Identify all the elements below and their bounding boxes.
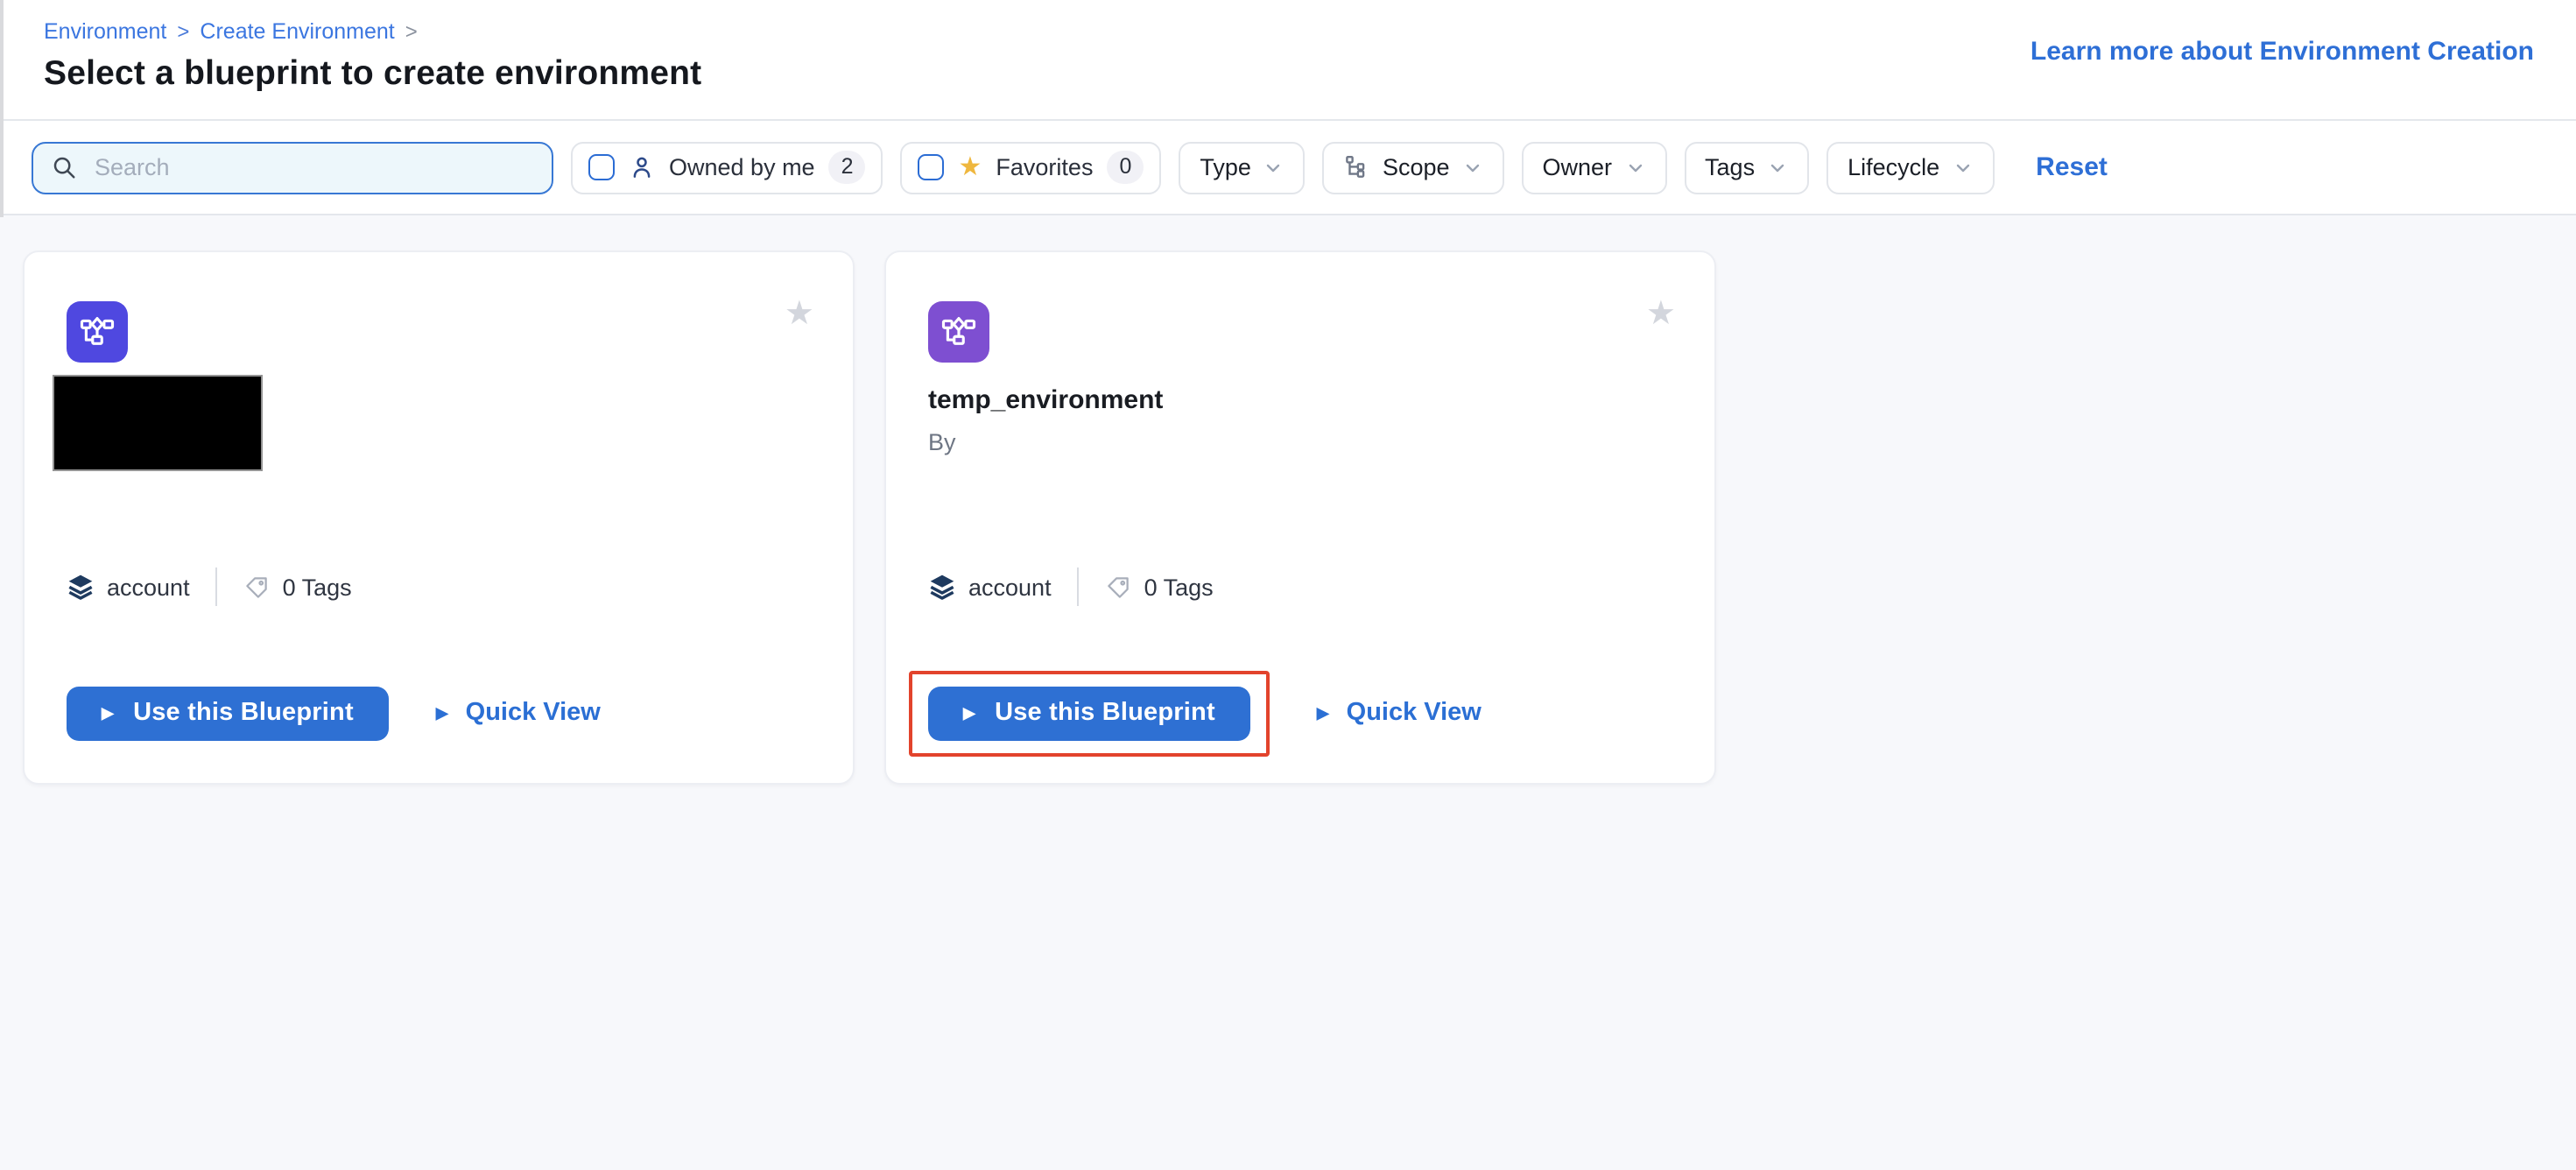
card-actions-row: ▶ Use this Blueprint ▶ Quick View xyxy=(909,669,1482,757)
quick-view-link[interactable]: ▶ Quick View xyxy=(436,699,601,727)
scope-dropdown-label: Scope xyxy=(1383,154,1450,180)
blueprint-author: By xyxy=(928,429,956,455)
favorites-star-icon: ★ xyxy=(959,154,982,180)
page-title: Select a blueprint to create environment xyxy=(44,54,701,95)
quick-view-label: Quick View xyxy=(466,699,601,727)
scope-label: account xyxy=(107,574,190,600)
use-this-blueprint-label: Use this Blueprint xyxy=(995,699,1215,727)
learn-more-link[interactable]: Learn more about Environment Creation xyxy=(2031,37,2534,67)
page: Environment > Create Environment > Selec… xyxy=(0,0,2576,1170)
play-icon: ▶ xyxy=(1317,705,1329,721)
blueprint-icon xyxy=(928,301,989,363)
breadcrumb-separator: > xyxy=(177,18,189,46)
owned-by-me-checkbox[interactable] xyxy=(588,154,615,180)
favorites-label: Favorites xyxy=(996,154,1093,180)
blueprint-card-1: ★ account 0 Tags xyxy=(23,250,855,785)
scope-label: account xyxy=(968,574,1052,600)
card-meta-row: account 0 Tags xyxy=(67,567,352,606)
hierarchy-icon xyxy=(1344,154,1370,180)
lifecycle-dropdown-label: Lifecycle xyxy=(1848,154,1939,180)
chevron-down-icon xyxy=(1462,157,1483,178)
blueprint-card-2: ★ temp_environment By account xyxy=(884,250,1716,785)
meta-divider xyxy=(1078,567,1080,606)
blueprint-list: ★ account 0 Tags xyxy=(0,215,2576,1170)
favorites-filter[interactable]: ★ Favorites 0 xyxy=(901,141,1162,194)
breadcrumb: Environment > Create Environment > xyxy=(44,18,701,46)
use-this-blueprint-label: Use this Blueprint xyxy=(133,699,354,727)
breadcrumb-environment[interactable]: Environment xyxy=(44,18,166,46)
card-actions-row: ▶ Use this Blueprint ▶ Quick View xyxy=(47,669,601,757)
owner-dropdown-label: Owner xyxy=(1543,154,1613,180)
lifecycle-dropdown[interactable]: Lifecycle xyxy=(1826,141,1994,194)
blueprint-icon xyxy=(67,301,128,363)
meta-divider xyxy=(216,567,218,606)
page-header: Environment > Create Environment > Selec… xyxy=(0,0,2576,121)
breadcrumb-separator: > xyxy=(405,18,418,46)
play-icon: ▶ xyxy=(963,705,975,721)
card-meta-row: account 0 Tags xyxy=(928,567,1214,606)
chevron-down-icon xyxy=(1263,157,1284,178)
use-this-blueprint-button[interactable]: ▶ Use this Blueprint xyxy=(928,686,1250,740)
chevron-down-icon xyxy=(1952,157,1973,178)
tags-count-label: 0 Tags xyxy=(1144,574,1214,600)
scope-dropdown[interactable]: Scope xyxy=(1323,141,1504,194)
quick-view-link[interactable]: ▶ Quick View xyxy=(1317,699,1482,727)
type-dropdown-label: Type xyxy=(1200,154,1251,180)
favorite-star-icon[interactable]: ★ xyxy=(1646,298,1676,331)
play-icon: ▶ xyxy=(436,705,448,721)
tags-count-label: 0 Tags xyxy=(283,574,352,600)
favorites-count-badge: 0 xyxy=(1107,151,1144,184)
owned-by-me-label: Owned by me xyxy=(669,154,815,180)
tag-icon xyxy=(1106,574,1132,600)
layers-icon xyxy=(67,573,95,601)
screenshot-stage: Environment > Create Environment > Selec… xyxy=(0,0,2576,1170)
owner-dropdown[interactable]: Owner xyxy=(1522,141,1667,194)
blueprint-name: temp_environment xyxy=(928,385,1163,415)
tags-dropdown-label: Tags xyxy=(1705,154,1755,180)
reset-button[interactable]: Reset xyxy=(2036,152,2108,182)
redacted-blueprint-name xyxy=(53,375,263,471)
use-this-blueprint-button[interactable]: ▶ Use this Blueprint xyxy=(67,686,389,740)
filter-bar: Owned by me 2 ★ Favorites 0 Type xyxy=(0,121,2576,215)
type-dropdown[interactable]: Type xyxy=(1179,141,1306,194)
left-edge-strip xyxy=(0,0,4,217)
owned-by-me-count-badge: 2 xyxy=(829,151,866,184)
person-icon xyxy=(629,154,655,180)
breadcrumb-create-environment[interactable]: Create Environment xyxy=(200,18,394,46)
tag-icon xyxy=(244,574,271,600)
chevron-down-icon xyxy=(1624,157,1645,178)
search-icon xyxy=(51,154,77,180)
favorites-checkbox[interactable] xyxy=(918,154,945,180)
layers-icon xyxy=(928,573,956,601)
search-input[interactable] xyxy=(91,152,534,182)
quick-view-label: Quick View xyxy=(1347,699,1482,727)
search-box[interactable] xyxy=(32,141,553,194)
play-icon: ▶ xyxy=(102,705,114,721)
chevron-down-icon xyxy=(1767,157,1788,178)
owned-by-me-filter[interactable]: Owned by me 2 xyxy=(571,141,883,194)
header-text-block: Environment > Create Environment > Selec… xyxy=(44,18,701,95)
red-highlight-box: ▶ Use this Blueprint xyxy=(909,670,1270,756)
favorite-star-icon[interactable]: ★ xyxy=(785,298,814,331)
tags-dropdown[interactable]: Tags xyxy=(1684,141,1809,194)
